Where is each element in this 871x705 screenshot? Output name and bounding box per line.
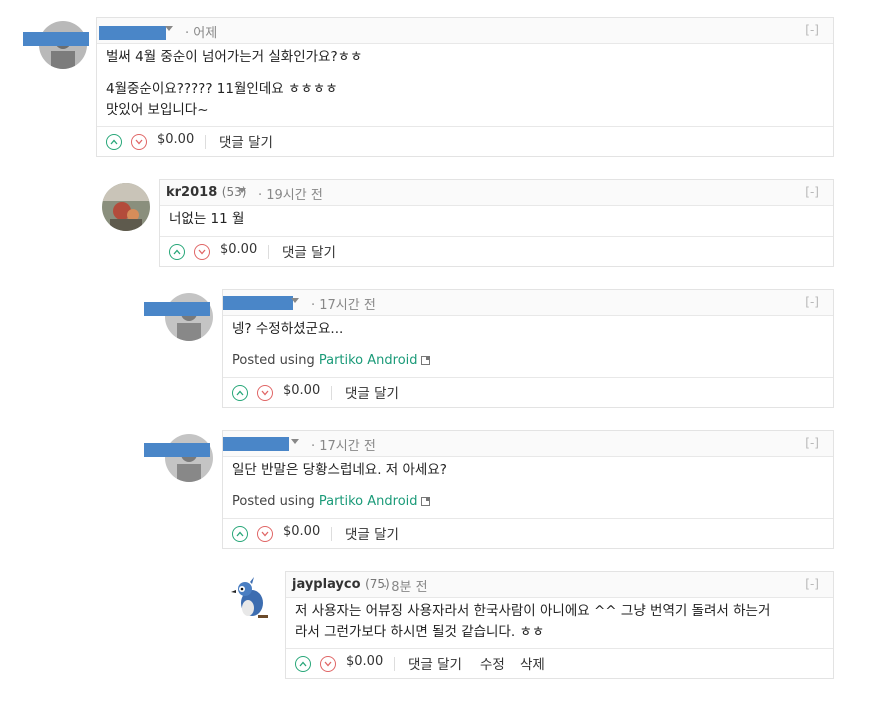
payout-value[interactable]: $0.00 xyxy=(283,524,320,539)
redaction-box xyxy=(144,443,210,457)
comment-card: jayplayco (75) · 8분 전 [-] 저 사용자는 어뷰징 사용자… xyxy=(285,571,834,679)
downvote-button[interactable] xyxy=(320,656,336,672)
comment-time: · 어제 xyxy=(185,26,218,41)
partiko-link[interactable]: Partiko Android xyxy=(319,353,418,368)
comment-body: 일단 반말은 당황스럽네요. 저 아세요? xyxy=(232,460,447,481)
partiko-link[interactable]: Partiko Android xyxy=(319,494,418,509)
edit-button[interactable]: 수정 xyxy=(480,653,505,673)
upvote-button[interactable] xyxy=(232,385,248,401)
comment-time: · 17시간 전 xyxy=(311,298,376,313)
redacted-author xyxy=(99,26,166,40)
downvote-button[interactable] xyxy=(194,244,210,260)
avatar[interactable] xyxy=(102,183,150,231)
reply-button[interactable]: 댓글 달기 xyxy=(408,653,462,673)
reply-button[interactable]: 댓글 달기 xyxy=(282,241,336,261)
author-name[interactable]: jayplayco (75) xyxy=(292,577,390,592)
comment-footer: $0.00 댓글 달기 xyxy=(223,377,833,407)
comment-body: 벌써 4월 중순이 넘어가는거 실화인가요?ㅎㅎ xyxy=(106,47,362,68)
comment-body: 저 사용자는 어뷰징 사용자라서 한국사람이 아니에요 ^^ 그냥 번역기 돌려… xyxy=(295,601,770,643)
comment-header: jayplayco (75) · 8분 전 [-] xyxy=(286,572,833,598)
comment-body: 넹? 수정하셨군요... xyxy=(232,319,343,340)
comment-footer: $0.00 댓글 달기 xyxy=(223,518,833,548)
author-username[interactable]: kr2018 xyxy=(166,185,217,200)
chevron-down-icon[interactable] xyxy=(238,188,246,193)
posted-using: Posted using Partiko Android xyxy=(232,494,430,509)
chevron-down-icon[interactable] xyxy=(291,439,299,444)
comment-body: 너없는 11 월 xyxy=(169,209,244,230)
comment-body-line: 라서 그런가보다 하시면 될것 같습니다. ㅎㅎ xyxy=(295,624,545,640)
upvote-button[interactable] xyxy=(295,656,311,672)
comment-body-line: 벌써 4월 중순이 넘어가는거 실화인가요?ㅎㅎ xyxy=(106,49,363,65)
comment-header: kr2018 (53) · 19시간 전 [-] xyxy=(160,180,833,206)
author-name[interactable]: kr2018 (53) xyxy=(166,185,246,200)
payout-value[interactable]: $0.00 xyxy=(157,132,194,147)
avatar[interactable] xyxy=(165,434,213,482)
redacted-author xyxy=(223,437,289,451)
upvote-button[interactable] xyxy=(169,244,185,260)
comment-body-line: 넹? 수정하셨군요... xyxy=(232,321,344,337)
divider xyxy=(331,386,332,400)
external-link-icon[interactable] xyxy=(420,356,430,365)
comment-header: · 17시간 전 [-] xyxy=(223,290,833,316)
posted-using: Posted using Partiko Android xyxy=(232,353,430,368)
divider xyxy=(394,657,395,671)
avatar[interactable] xyxy=(228,575,276,623)
upvote-button[interactable] xyxy=(106,134,122,150)
comment-header: · 17시간 전 [-] xyxy=(223,431,833,457)
redaction-box xyxy=(144,302,210,316)
comment-footer: $0.00 댓글 달기 xyxy=(97,126,833,156)
payout-value[interactable]: $0.00 xyxy=(346,654,383,669)
posted-prefix: Posted using xyxy=(232,353,319,368)
divider xyxy=(205,135,206,149)
comment-header: · 어제 [-] xyxy=(97,18,833,44)
payout-value[interactable]: $0.00 xyxy=(283,383,320,398)
comment-body-line: 4월중순이요????? 11월인데요 ㅎㅎㅎㅎ xyxy=(106,81,338,97)
divider xyxy=(331,527,332,541)
divider xyxy=(268,245,269,259)
avatar[interactable] xyxy=(165,293,213,341)
collapse-button[interactable]: [-] xyxy=(805,295,819,309)
chevron-down-icon[interactable] xyxy=(291,298,299,303)
comment-body-line: 너없는 11 월 xyxy=(169,211,245,227)
downvote-button[interactable] xyxy=(257,526,273,542)
comment-body-line: 저 사용자는 어뷰징 사용자라서 한국사람이 아니에요 ^^ 그냥 번역기 돌려… xyxy=(295,603,771,619)
comment-card: kr2018 (53) · 19시간 전 [-] 너없는 11 월 $0.00 … xyxy=(159,179,834,267)
posted-prefix: Posted using xyxy=(232,494,319,509)
reply-button[interactable]: 댓글 달기 xyxy=(345,382,399,402)
comment-footer: $0.00 댓글 달기 xyxy=(160,236,833,266)
collapse-button[interactable]: [-] xyxy=(805,185,819,199)
comment-body-line: 일단 반말은 당황스럽네요. 저 아세요? xyxy=(232,462,447,478)
payout-value[interactable]: $0.00 xyxy=(220,242,257,257)
comment-card: · 어제 [-] 벌써 4월 중순이 넘어가는거 실화인가요?ㅎㅎ 4월중순이요… xyxy=(96,17,834,157)
comment-card: · 17시간 전 [-] 일단 반말은 당황스럽네요. 저 아세요? Poste… xyxy=(222,430,834,549)
chevron-down-icon[interactable] xyxy=(165,26,173,31)
delete-button[interactable]: 삭제 xyxy=(520,653,545,673)
external-link-icon[interactable] xyxy=(420,497,430,506)
reply-button[interactable]: 댓글 달기 xyxy=(345,523,399,543)
reply-button[interactable]: 댓글 달기 xyxy=(219,131,273,151)
comment-card: · 17시간 전 [-] 넹? 수정하셨군요... Posted using P… xyxy=(222,289,834,408)
collapse-button[interactable]: [-] xyxy=(805,436,819,450)
upvote-button[interactable] xyxy=(232,526,248,542)
collapse-button[interactable]: [-] xyxy=(805,23,819,37)
collapse-button[interactable]: [-] xyxy=(805,577,819,591)
comment-time: · 8분 전 xyxy=(383,580,428,595)
author-username[interactable]: jayplayco xyxy=(292,577,361,592)
comment-body-line: 맛있어 보입니다~ xyxy=(106,102,209,118)
redacted-author xyxy=(223,296,293,310)
comment-footer: $0.00 댓글 달기 수정 삭제 xyxy=(286,648,833,678)
comment-time: · 17시간 전 xyxy=(311,439,376,454)
redaction-box xyxy=(23,32,89,46)
downvote-button[interactable] xyxy=(131,134,147,150)
comment-body: 4월중순이요????? 11월인데요 ㅎㅎㅎㅎ 맛있어 보입니다~ xyxy=(106,79,338,121)
comment-time: · 19시간 전 xyxy=(258,188,323,203)
downvote-button[interactable] xyxy=(257,385,273,401)
